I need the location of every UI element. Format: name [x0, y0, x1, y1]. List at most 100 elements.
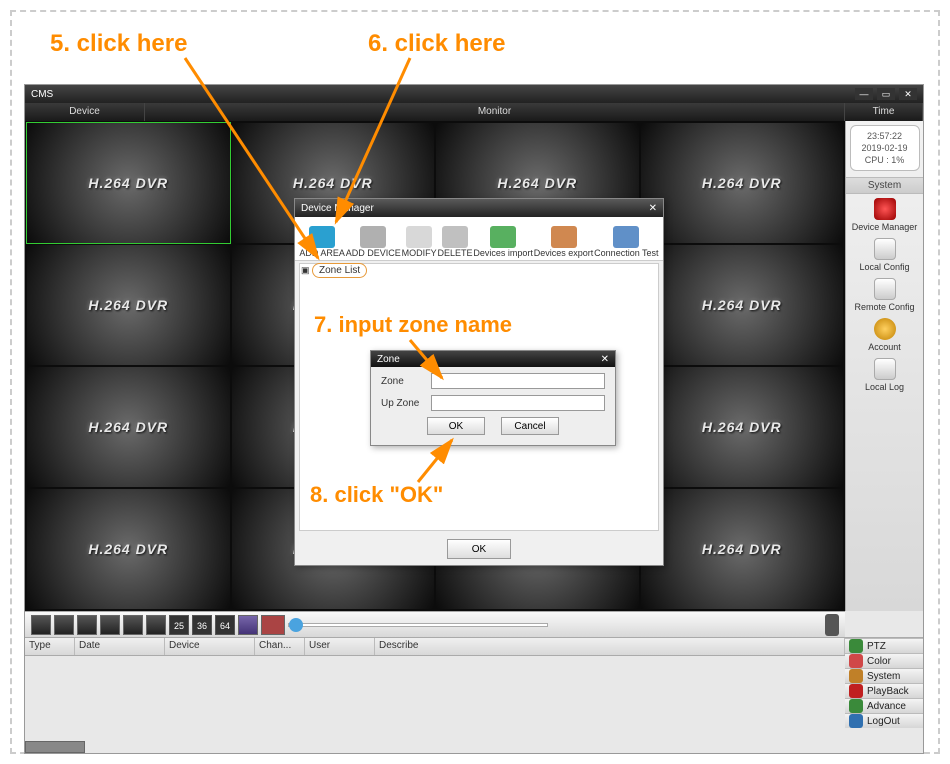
video-tile[interactable]: H.264 DVR	[27, 245, 230, 365]
zone-title-text: Zone	[377, 354, 400, 365]
video-tile-label: H.264 DVR	[88, 175, 168, 191]
layout-16-button[interactable]	[146, 615, 166, 635]
disconnect-button[interactable]	[261, 615, 285, 635]
maximize-button[interactable]: ▭	[877, 88, 895, 100]
record-icon	[874, 198, 896, 220]
layout-8-button[interactable]	[100, 615, 120, 635]
sidebar-item-device-manager[interactable]: Device Manager	[850, 196, 920, 234]
video-tile-label: H.264 DVR	[702, 297, 782, 313]
log-col-chan: Chan...	[255, 638, 305, 655]
log-col-date: Date	[75, 638, 165, 655]
func-item-playback[interactable]: PlayBack	[845, 683, 923, 698]
func-icon	[849, 684, 863, 698]
video-tile-label: H.264 DVR	[702, 175, 782, 191]
tool-icon	[360, 226, 386, 248]
sidebar-item-account[interactable]: Account	[850, 316, 920, 354]
dm-close-icon[interactable]: ✕	[649, 203, 657, 214]
layout-9-button[interactable]	[123, 615, 143, 635]
annotation-step6: 6. click here	[368, 30, 505, 58]
video-tile-label: H.264 DVR	[88, 541, 168, 557]
zone-field-label: Zone	[381, 376, 425, 387]
function-panel	[845, 611, 923, 637]
zone-titlebar: Zone ✕	[371, 351, 615, 367]
expand-handle-icon[interactable]	[825, 614, 839, 636]
dm-tool-devices-export[interactable]: Devices export	[534, 226, 594, 258]
video-tile[interactable]: H.264 DVR	[641, 123, 844, 243]
func-icon	[849, 714, 863, 728]
func-icon	[849, 699, 863, 713]
system-header: System	[846, 177, 923, 194]
log-col-device: Device	[165, 638, 255, 655]
log-col-type: Type	[25, 638, 75, 655]
video-tile[interactable]: H.264 DVR	[27, 367, 230, 487]
sidebar-item-remote-config[interactable]: Remote Config	[850, 276, 920, 314]
dm-tool-delete[interactable]: DELETE	[438, 226, 473, 258]
zone-ok-button[interactable]: OK	[427, 417, 485, 435]
video-tile-label: H.264 DVR	[702, 419, 782, 435]
dm-tool-connection-test[interactable]: Connection Test	[594, 226, 658, 258]
clock-box: 23:57:22 2019-02-19 CPU : 1%	[850, 125, 920, 171]
tool-icon	[406, 226, 432, 248]
layout-64-button[interactable]: 64	[215, 615, 235, 635]
tool-icon	[490, 226, 516, 248]
clock-cpu: CPU : 1%	[851, 154, 919, 166]
func-item-advance[interactable]: Advance	[845, 698, 923, 713]
function-panel-list: PTZColorSystemPlayBackAdvanceLogOut	[845, 638, 923, 709]
layout-6-button[interactable]	[77, 615, 97, 635]
func-item-logout[interactable]: LogOut	[845, 713, 923, 728]
video-tile-label: H.264 DVR	[88, 419, 168, 435]
dm-tree[interactable]: ▣ Zone List	[301, 263, 367, 278]
event-log-table: Type Date Device Chan... User Describe	[25, 638, 845, 709]
func-icon	[849, 654, 863, 668]
func-item-ptz[interactable]: PTZ	[845, 638, 923, 653]
upzone-input[interactable]	[431, 395, 605, 411]
dm-tool-add-area[interactable]: ADD AREA	[299, 226, 345, 258]
sidebar-item-local-config[interactable]: Local Config	[850, 236, 920, 274]
dm-tool-modify[interactable]: MODIFY	[402, 226, 437, 258]
zone-list-node[interactable]: Zone List	[312, 263, 367, 278]
dm-toolbar: ADD AREAADD DEVICEMODIFYDELETEDevices im…	[295, 217, 663, 261]
video-tile[interactable]: H.264 DVR	[27, 123, 230, 243]
annotation-step7: 7. input zone name	[314, 312, 512, 338]
tool-icon	[613, 226, 639, 248]
video-tile[interactable]: H.264 DVR	[27, 489, 230, 609]
zone-dialog: Zone ✕ Zone Up Zone OK Cancel	[370, 350, 616, 446]
tool-icon	[551, 226, 577, 248]
func-item-system[interactable]: System	[845, 668, 923, 683]
minimize-button[interactable]: —	[855, 88, 873, 100]
layout-36-button[interactable]: 36	[192, 615, 212, 635]
user-icon	[874, 318, 896, 340]
annotation-step5: 5. click here	[50, 30, 187, 58]
layout-1-button[interactable]	[31, 615, 51, 635]
video-tile-label: H.264 DVR	[293, 175, 373, 191]
layout-4-button[interactable]	[54, 615, 74, 635]
func-icon	[849, 669, 863, 683]
layout-25-button[interactable]: 25	[169, 615, 189, 635]
zone-cancel-button[interactable]: Cancel	[501, 417, 559, 435]
func-item-color[interactable]: Color	[845, 653, 923, 668]
upzone-field-label: Up Zone	[381, 398, 425, 409]
zone-close-icon[interactable]: ✕	[601, 354, 609, 365]
status-strip	[25, 741, 85, 753]
header-row: Device Monitor Time	[25, 103, 923, 121]
video-tile[interactable]: H.264 DVR	[641, 489, 844, 609]
dm-tool-add-device[interactable]: ADD DEVICE	[346, 226, 401, 258]
log-col-user: User	[305, 638, 375, 655]
dm-ok-button[interactable]: OK	[447, 539, 511, 559]
sidebar-item-local-log[interactable]: Local Log	[850, 356, 920, 394]
dm-tool-devices-import[interactable]: Devices import	[473, 226, 533, 258]
fullscreen-button[interactable]	[238, 615, 258, 635]
dm-titlebar: Device Manager ✕	[295, 199, 663, 217]
video-tile-label: H.264 DVR	[702, 541, 782, 557]
video-tile[interactable]: H.264 DVR	[641, 245, 844, 365]
slider-thumb[interactable]	[289, 618, 303, 632]
close-button[interactable]: ✕	[899, 88, 917, 100]
page-icon	[874, 358, 896, 380]
zone-name-input[interactable]	[431, 373, 605, 389]
video-tile[interactable]: H.264 DVR	[641, 367, 844, 487]
func-icon	[849, 639, 863, 653]
header-time: Time	[845, 103, 923, 121]
page-icon	[874, 278, 896, 300]
volume-slider[interactable]	[288, 623, 548, 627]
page-icon	[874, 238, 896, 260]
